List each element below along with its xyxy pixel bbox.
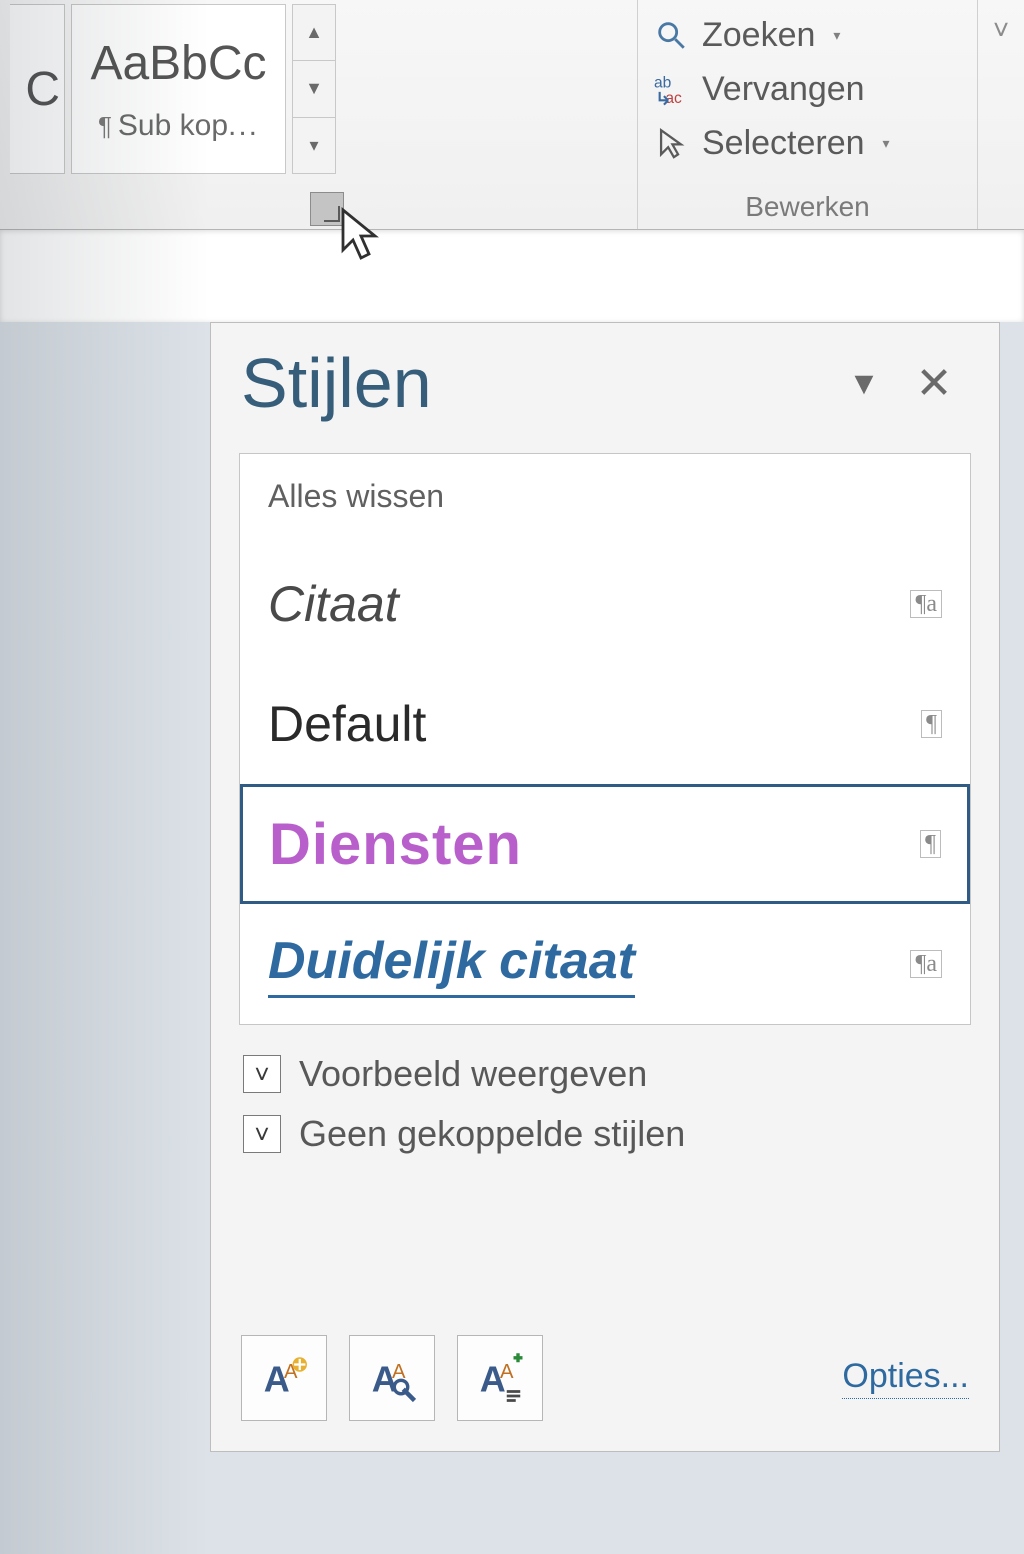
document-area[interactable]: [0, 230, 1024, 322]
manage-styles-icon: A A: [473, 1351, 527, 1405]
select-label: Selecteren: [702, 124, 865, 163]
style-item-name: Citaat: [268, 575, 910, 633]
ellipsis-icon: ...: [228, 109, 259, 142]
clear-all-button[interactable]: Alles wissen: [240, 454, 970, 544]
style-inspector-button[interactable]: A A: [349, 1335, 435, 1421]
styles-gallery-items: C AaBbCc ¶Sub kop...: [10, 4, 286, 174]
cursor-arrow-icon: [654, 126, 688, 160]
style-item-citaat[interactable]: Citaat ¶a: [240, 544, 970, 664]
style-item-name: Diensten: [269, 811, 920, 878]
gallery-item-partial[interactable]: C: [10, 4, 65, 174]
svg-text:A: A: [500, 1361, 514, 1383]
style-item-diensten-selected[interactable]: Diensten ¶: [240, 784, 970, 904]
styles-pane-header: Stijlen ▼ ✕: [211, 323, 999, 443]
svg-text:ab: ab: [654, 75, 672, 92]
gallery-item-subkop[interactable]: AaBbCc ¶Sub kop...: [71, 4, 286, 174]
gallery-item-preview: AaBbCc: [90, 36, 266, 91]
checkbox-icon: ˅: [243, 1055, 281, 1093]
options-link[interactable]: Opties...: [842, 1357, 969, 1399]
style-inspector-icon: A A: [365, 1351, 419, 1405]
search-icon: [654, 18, 688, 52]
style-type-icon: ¶: [920, 830, 941, 858]
checkbox-icon: ˅: [243, 1115, 281, 1153]
style-list: Alles wissen Citaat ¶a Default ¶ Dienste…: [239, 453, 971, 1025]
replace-icon: ab ac: [654, 72, 688, 106]
dropdown-arrow-icon: ▾: [883, 135, 890, 152]
style-item-duidelijk-citaat[interactable]: Duidelijk citaat ¶a: [240, 904, 970, 1024]
styles-pane-close[interactable]: ✕: [899, 348, 969, 418]
clear-all-label: Alles wissen: [268, 478, 444, 515]
manage-styles-button[interactable]: A A: [457, 1335, 543, 1421]
select-button[interactable]: Selecteren ▾: [648, 116, 967, 170]
gallery-expand[interactable]: ▾: [293, 118, 335, 173]
style-item-name: Default: [268, 695, 921, 753]
style-item-name: Duidelijk citaat: [268, 931, 635, 998]
checkbox-preview[interactable]: ˅ Voorbeeld weergeven: [243, 1053, 971, 1095]
style-type-icon: ¶a: [910, 950, 942, 978]
style-type-icon: ¶: [921, 710, 942, 738]
checkbox-linked-styles[interactable]: ˅ Geen gekoppelde stijlen: [243, 1113, 971, 1155]
gallery-scroll-up[interactable]: ▲: [293, 5, 335, 61]
replace-label: Vervangen: [702, 70, 865, 109]
gallery-scrollbar: ▲ ▼ ▾: [292, 4, 336, 174]
pane-footer: A A A A A A Opties...: [211, 1311, 999, 1451]
style-type-icon: ¶a: [910, 590, 942, 618]
style-item-default[interactable]: Default ¶: [240, 664, 970, 784]
replace-button[interactable]: ab ac Vervangen: [648, 62, 967, 116]
paragraph-mark-icon: ¶: [98, 111, 112, 141]
pane-checkboxes: ˅ Voorbeeld weergeven ˅ Geen gekoppelde …: [243, 1053, 971, 1155]
new-style-icon: A A: [257, 1351, 311, 1405]
gallery-scroll-down[interactable]: ▼: [293, 61, 335, 117]
checkbox-linked-label: Geen gekoppelde stijlen: [299, 1113, 685, 1155]
options-link-label: Opties...: [842, 1357, 969, 1395]
styles-pane-title: Stijlen: [241, 343, 829, 423]
find-label: Zoeken: [702, 16, 815, 55]
gallery-item-preview: C: [25, 62, 60, 117]
dropdown-arrow-icon: ▾: [833, 27, 840, 44]
styles-pane-dropdown[interactable]: ▼: [829, 348, 899, 418]
checkbox-preview-label: Voorbeeld weergeven: [299, 1053, 647, 1095]
ribbon-collapse-button[interactable]: ˅: [978, 0, 1024, 46]
svg-text:ac: ac: [665, 90, 682, 106]
styles-dialog-launcher[interactable]: [310, 192, 344, 226]
styles-pane: Stijlen ▼ ✕ Alles wissen Citaat ¶a Defau…: [210, 322, 1000, 1452]
find-button[interactable]: Zoeken ▾: [648, 8, 967, 62]
editing-group-caption: Bewerken: [648, 191, 967, 227]
ribbon: C AaBbCc ¶Sub kop... ▲ ▼ ▾ Zoeken ▾ ab a…: [0, 0, 1024, 230]
new-style-button[interactable]: A A: [241, 1335, 327, 1421]
gallery-item-label: ¶Sub kop...: [98, 109, 259, 143]
gallery-item-label-text: Sub kop: [118, 109, 228, 142]
editing-group: Zoeken ▾ ab ac Vervangen Selecteren ▾ Be…: [638, 0, 978, 229]
